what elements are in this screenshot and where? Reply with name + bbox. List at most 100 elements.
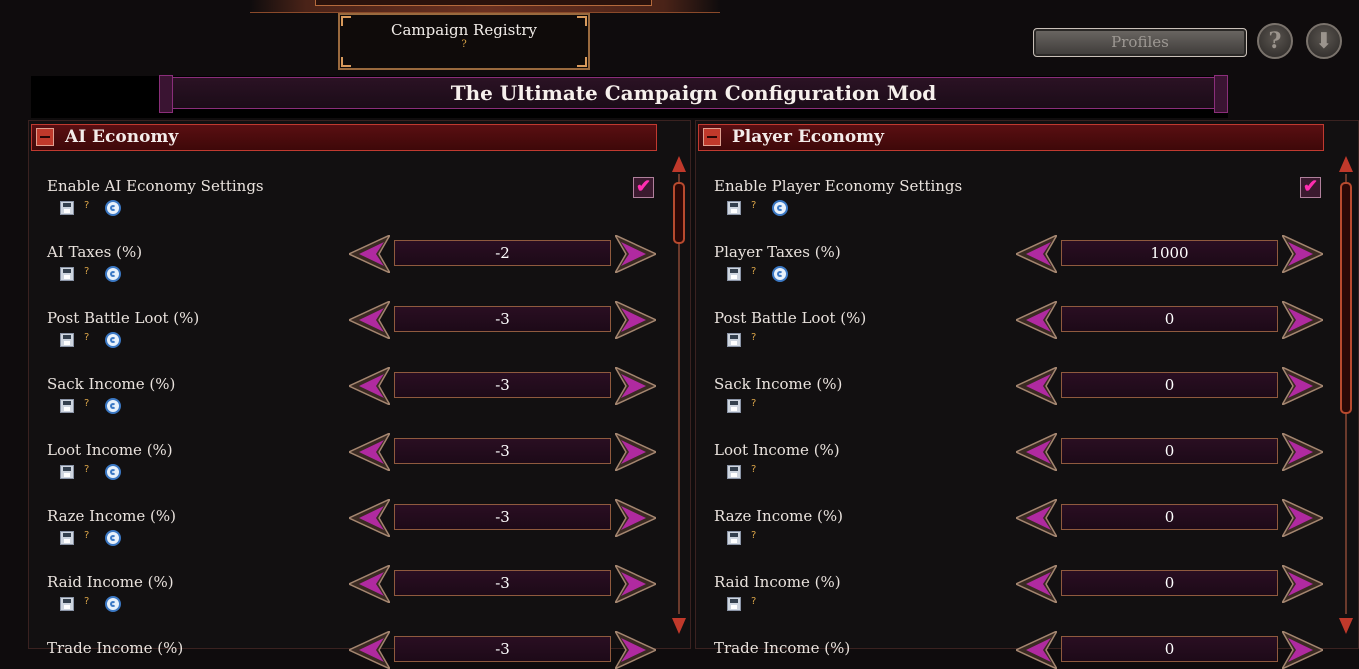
help-icon[interactable]: ?	[84, 530, 89, 541]
value-input[interactable]: -3	[394, 636, 611, 662]
reset-icon[interactable]	[105, 398, 121, 414]
reset-icon[interactable]	[105, 464, 121, 480]
decrement-arrow-icon[interactable]	[349, 565, 390, 603]
reset-icon[interactable]	[105, 596, 121, 612]
value-input[interactable]: -3	[394, 438, 611, 464]
scroll-down-icon[interactable]	[672, 618, 686, 634]
increment-arrow-icon[interactable]	[615, 631, 656, 669]
value-input[interactable]: -3	[394, 570, 611, 596]
decrement-arrow-icon[interactable]	[1016, 433, 1057, 471]
scrollbar[interactable]	[672, 156, 686, 634]
increment-arrow-icon[interactable]	[1282, 499, 1323, 537]
section-header[interactable]: AI Economy	[31, 124, 657, 151]
setting-label: Post Battle Loot (%)	[714, 309, 867, 327]
save-icon[interactable]	[727, 399, 741, 413]
save-icon[interactable]	[60, 531, 74, 545]
decrement-arrow-icon[interactable]	[1016, 367, 1057, 405]
save-icon[interactable]	[60, 399, 74, 413]
scroll-up-icon[interactable]	[1339, 156, 1353, 172]
save-icon[interactable]	[60, 333, 74, 347]
increment-arrow-icon[interactable]	[615, 235, 656, 273]
scroll-up-icon[interactable]	[672, 156, 686, 172]
value-input[interactable]: -3	[394, 306, 611, 332]
save-icon[interactable]	[727, 465, 741, 479]
decrement-arrow-icon[interactable]	[349, 301, 390, 339]
setting-actions: ?	[727, 332, 797, 349]
increment-arrow-icon[interactable]	[615, 499, 656, 537]
value-input[interactable]: 0	[1061, 438, 1278, 464]
help-icon[interactable]: ?	[84, 596, 89, 607]
help-icon[interactable]: ?	[84, 200, 89, 211]
collapse-icon[interactable]	[703, 128, 721, 146]
help-icon[interactable]: ?	[751, 398, 756, 409]
decrement-arrow-icon[interactable]	[349, 631, 390, 669]
increment-arrow-icon[interactable]	[1282, 565, 1323, 603]
save-icon[interactable]	[727, 267, 741, 281]
increment-arrow-icon[interactable]	[1282, 631, 1323, 669]
save-icon[interactable]	[727, 531, 741, 545]
reset-icon[interactable]	[105, 530, 121, 546]
value-input[interactable]: 0	[1061, 636, 1278, 662]
save-icon[interactable]	[727, 201, 741, 215]
reset-icon[interactable]	[772, 200, 788, 216]
increment-arrow-icon[interactable]	[1282, 367, 1323, 405]
decrement-arrow-icon[interactable]	[1016, 499, 1057, 537]
decrement-arrow-icon[interactable]	[1016, 565, 1057, 603]
help-icon[interactable]: ?	[84, 398, 89, 409]
profiles-button[interactable]: Profiles	[1033, 28, 1247, 57]
decrement-arrow-icon[interactable]	[349, 499, 390, 537]
reset-icon[interactable]	[105, 200, 121, 216]
increment-arrow-icon[interactable]	[615, 565, 656, 603]
help-icon[interactable]: ?	[84, 332, 89, 343]
value-input[interactable]: -3	[394, 504, 611, 530]
value-input[interactable]: 0	[1061, 372, 1278, 398]
save-icon[interactable]	[60, 267, 74, 281]
scroll-thumb[interactable]	[1340, 182, 1352, 414]
increment-arrow-icon[interactable]	[615, 301, 656, 339]
registry-help-icon[interactable]: ?	[340, 39, 588, 50]
decrement-arrow-icon[interactable]	[349, 433, 390, 471]
save-icon[interactable]	[727, 597, 741, 611]
decrement-arrow-icon[interactable]	[1016, 631, 1057, 669]
help-icon[interactable]: ?	[751, 200, 756, 211]
reset-icon[interactable]	[105, 266, 121, 282]
value-input[interactable]: -3	[394, 372, 611, 398]
help-icon[interactable]: ?	[751, 530, 756, 541]
increment-arrow-icon[interactable]	[615, 433, 656, 471]
scroll-thumb[interactable]	[673, 182, 685, 244]
help-icon[interactable]: ?	[751, 332, 756, 343]
value-input[interactable]: 1000	[1061, 240, 1278, 266]
enable-settings-checkbox[interactable]: ✔	[633, 177, 654, 198]
collapse-icon[interactable]	[36, 128, 54, 146]
scroll-down-icon[interactable]	[1339, 618, 1353, 634]
save-icon[interactable]	[60, 465, 74, 479]
help-icon[interactable]: ?	[84, 464, 89, 475]
increment-arrow-icon[interactable]	[615, 367, 656, 405]
value-input[interactable]: 0	[1061, 570, 1278, 596]
decrement-arrow-icon[interactable]	[1016, 235, 1057, 273]
decrement-arrow-icon[interactable]	[349, 367, 390, 405]
value-input[interactable]: 0	[1061, 504, 1278, 530]
value-input[interactable]: 0	[1061, 306, 1278, 332]
increment-arrow-icon[interactable]	[1282, 433, 1323, 471]
increment-arrow-icon[interactable]	[1282, 301, 1323, 339]
help-icon[interactable]: ?	[751, 596, 756, 607]
section-header[interactable]: Player Economy	[698, 124, 1324, 151]
reset-icon[interactable]	[772, 266, 788, 282]
reset-icon[interactable]	[105, 332, 121, 348]
value-input[interactable]: -2	[394, 240, 611, 266]
help-icon[interactable]: ?	[751, 266, 756, 277]
decrement-arrow-icon[interactable]	[349, 235, 390, 273]
save-icon[interactable]	[60, 597, 74, 611]
increment-arrow-icon[interactable]	[1282, 235, 1323, 273]
save-icon[interactable]	[727, 333, 741, 347]
help-button[interactable]: ?	[1257, 23, 1293, 59]
enable-settings-checkbox[interactable]: ✔	[1300, 177, 1321, 198]
scrollbar[interactable]	[1339, 156, 1353, 634]
help-icon[interactable]: ?	[751, 464, 756, 475]
save-icon[interactable]	[60, 201, 74, 215]
campaign-registry-button[interactable]: Campaign Registry ?	[338, 13, 590, 70]
help-icon[interactable]: ?	[84, 266, 89, 277]
download-button[interactable]: ⬇	[1306, 23, 1342, 59]
decrement-arrow-icon[interactable]	[1016, 301, 1057, 339]
